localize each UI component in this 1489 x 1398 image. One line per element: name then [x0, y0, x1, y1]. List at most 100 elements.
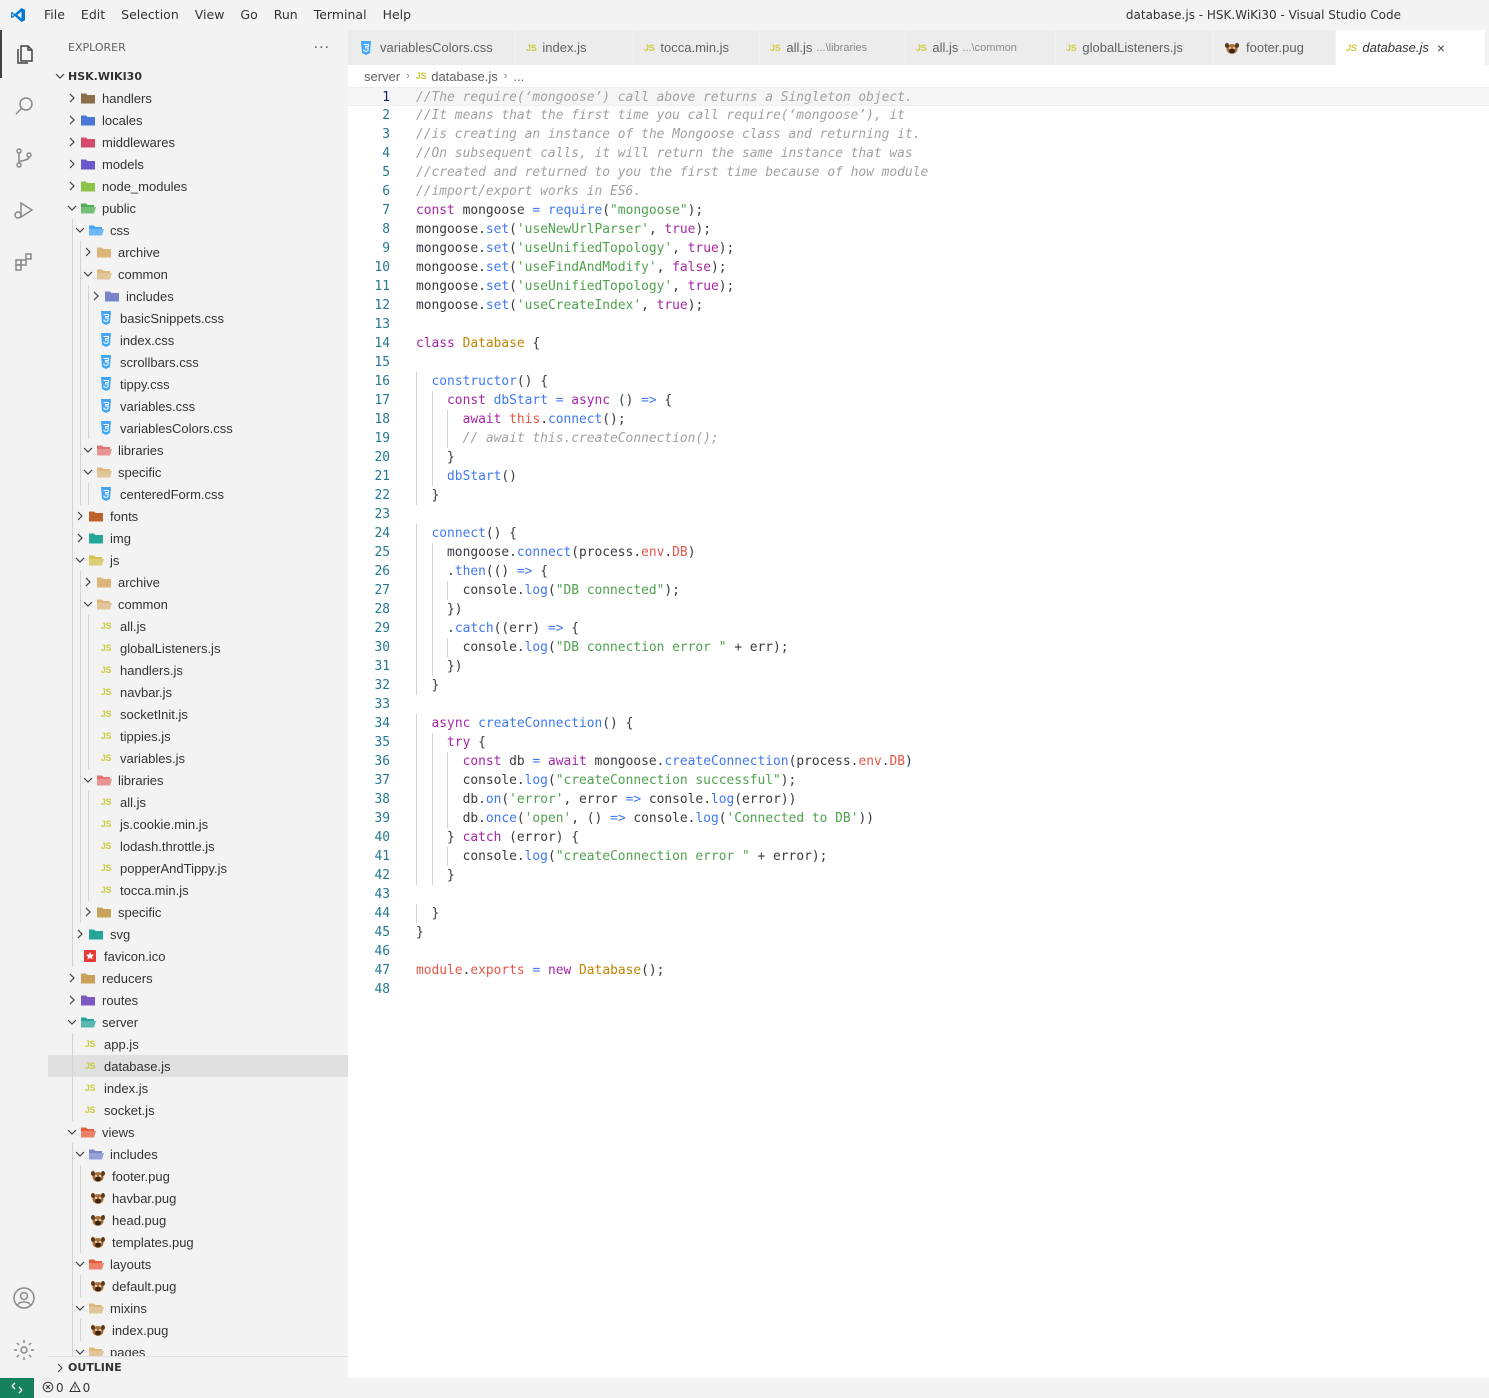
tree-file[interactable]: head.pug	[48, 1209, 348, 1231]
menu-item-view[interactable]: View	[187, 0, 233, 30]
workspace-root[interactable]: HSK.WIKI30	[48, 65, 348, 87]
code-token: true	[664, 222, 696, 237]
extensions-icon[interactable]	[0, 238, 48, 286]
tree-folder[interactable]: archive	[48, 571, 348, 593]
tree-file[interactable]: JS globalListeners.js	[48, 637, 348, 659]
search-icon[interactable]	[0, 82, 48, 130]
tree-folder[interactable]: libraries	[48, 769, 348, 791]
tree-file[interactable]: basicSnippets.css	[48, 307, 348, 329]
tree-folder[interactable]: css	[48, 219, 348, 241]
indent-guide	[431, 581, 433, 600]
tree-file[interactable]: variablesColors.css	[48, 417, 348, 439]
tree-file[interactable]: footer.pug	[48, 1165, 348, 1187]
tree-folder[interactable]: svg	[48, 923, 348, 945]
more-actions-icon[interactable]: ···	[314, 40, 330, 56]
close-icon[interactable]: ×	[1437, 40, 1445, 56]
menu-item-terminal[interactable]: Terminal	[306, 0, 375, 30]
tree-file[interactable]: index.css	[48, 329, 348, 351]
menu-item-file[interactable]: File	[36, 0, 73, 30]
breadcrumb-file[interactable]: database.js	[431, 69, 498, 84]
breadcrumb-folder[interactable]: server	[364, 69, 400, 84]
tree-file[interactable]: JS js.cookie.min.js	[48, 813, 348, 835]
tree-folder[interactable]: common	[48, 593, 348, 615]
tree-file[interactable]: favicon.ico	[48, 945, 348, 967]
settings-gear-icon[interactable]	[0, 1326, 48, 1374]
editor-tab[interactable]: JS globalListeners.js	[1056, 30, 1214, 65]
menu-item-help[interactable]: Help	[375, 0, 420, 30]
tree-file[interactable]: JS navbar.js	[48, 681, 348, 703]
vscode-logo-icon[interactable]	[0, 0, 36, 30]
tree-folder[interactable]: models	[48, 153, 348, 175]
editor-tab[interactable]: JS database.js ×	[1336, 30, 1486, 65]
tree-folder[interactable]: reducers	[48, 967, 348, 989]
tree-file[interactable]: centeredForm.css	[48, 483, 348, 505]
tree-file[interactable]: JS all.js	[48, 615, 348, 637]
menu-item-go[interactable]: Go	[232, 0, 265, 30]
editor-tab[interactable]: footer.pug	[1214, 30, 1336, 65]
tree-folder[interactable]: common	[48, 263, 348, 285]
explorer-icon[interactable]	[0, 30, 48, 78]
tree-file[interactable]: JS tippies.js	[48, 725, 348, 747]
code-token: connect	[431, 526, 486, 541]
tree-folder[interactable]: archive	[48, 241, 348, 263]
tree-folder[interactable]: includes	[48, 1143, 348, 1165]
editor-tab[interactable]: JS index.js	[516, 30, 634, 65]
tree-folder[interactable]: fonts	[48, 505, 348, 527]
tree-file[interactable]: JS tocca.min.js	[48, 879, 348, 901]
breadcrumb-symbols[interactable]: ...	[513, 69, 524, 84]
menu-item-selection[interactable]: Selection	[113, 0, 187, 30]
menu-item-edit[interactable]: Edit	[73, 0, 113, 30]
menu-item-run[interactable]: Run	[266, 0, 306, 30]
editor-tab[interactable]: JS all.js ...\libraries	[760, 30, 906, 65]
tree-file[interactable]: default.pug	[48, 1275, 348, 1297]
tree-file[interactable]: JS index.js	[48, 1077, 348, 1099]
tree-folder[interactable]: handlers	[48, 87, 348, 109]
tree-folder[interactable]: middlewares	[48, 131, 348, 153]
tree-file[interactable]: tippy.css	[48, 373, 348, 395]
tree-folder[interactable]: img	[48, 527, 348, 549]
editor-tab[interactable]: JS all.js ...\common	[906, 30, 1056, 65]
code-line: 30 console.log("DB connection error " + …	[348, 638, 1489, 657]
tree-folder[interactable]: includes	[48, 285, 348, 307]
tree-item-label: footer.pug	[112, 1168, 170, 1184]
indent-guide	[80, 593, 81, 615]
tree-folder[interactable]: js	[48, 549, 348, 571]
tree-folder[interactable]: libraries	[48, 439, 348, 461]
tree-folder[interactable]: node_modules	[48, 175, 348, 197]
tab-label: database.js	[1362, 40, 1429, 55]
tree-file[interactable]: JS app.js	[48, 1033, 348, 1055]
tree-file[interactable]: variables.css	[48, 395, 348, 417]
tree-file[interactable]: havbar.pug	[48, 1187, 348, 1209]
tree-file[interactable]: JS lodash.throttle.js	[48, 835, 348, 857]
tree-file[interactable]: JS socketInit.js	[48, 703, 348, 725]
tree-folder[interactable]: pages	[48, 1341, 348, 1356]
tree-folder[interactable]: specific	[48, 461, 348, 483]
tree-folder[interactable]: mixins	[48, 1297, 348, 1319]
tree-file[interactable]: JS variables.js	[48, 747, 348, 769]
tree-file[interactable]: index.pug	[48, 1319, 348, 1341]
source-control-icon[interactable]	[0, 134, 48, 182]
run-debug-icon[interactable]	[0, 186, 48, 234]
account-icon[interactable]	[0, 1274, 48, 1322]
tree-folder[interactable]: server	[48, 1011, 348, 1033]
tree-folder[interactable]: routes	[48, 989, 348, 1011]
tree-folder[interactable]: views	[48, 1121, 348, 1143]
tree-file[interactable]: JS popperAndTippy.js	[48, 857, 348, 879]
tree-folder[interactable]: layouts	[48, 1253, 348, 1275]
tree-folder[interactable]: specific	[48, 901, 348, 923]
tree-file[interactable]: JS database.js	[48, 1055, 348, 1077]
outline-section[interactable]: OUTLINE	[48, 1356, 348, 1378]
tree-file[interactable]: JS all.js	[48, 791, 348, 813]
tree-file[interactable]: templates.pug	[48, 1231, 348, 1253]
tree-folder[interactable]: locales	[48, 109, 348, 131]
tree-file[interactable]: JS handlers.js	[48, 659, 348, 681]
editor-tab[interactable]: JS tocca.min.js	[634, 30, 760, 65]
tree-file[interactable]: JS socket.js	[48, 1099, 348, 1121]
tree-folder[interactable]: public	[48, 197, 348, 219]
tree-file[interactable]: scrollbars.css	[48, 351, 348, 373]
code-editor[interactable]: 1 //The require(‘mongoose’) call above re…	[348, 87, 1489, 1378]
indent-guide	[447, 410, 449, 429]
problems-indicator[interactable]: 0 0	[42, 1380, 90, 1396]
remote-indicator-icon[interactable]	[0, 1378, 34, 1398]
editor-tab[interactable]: variablesColors.css	[348, 30, 516, 65]
